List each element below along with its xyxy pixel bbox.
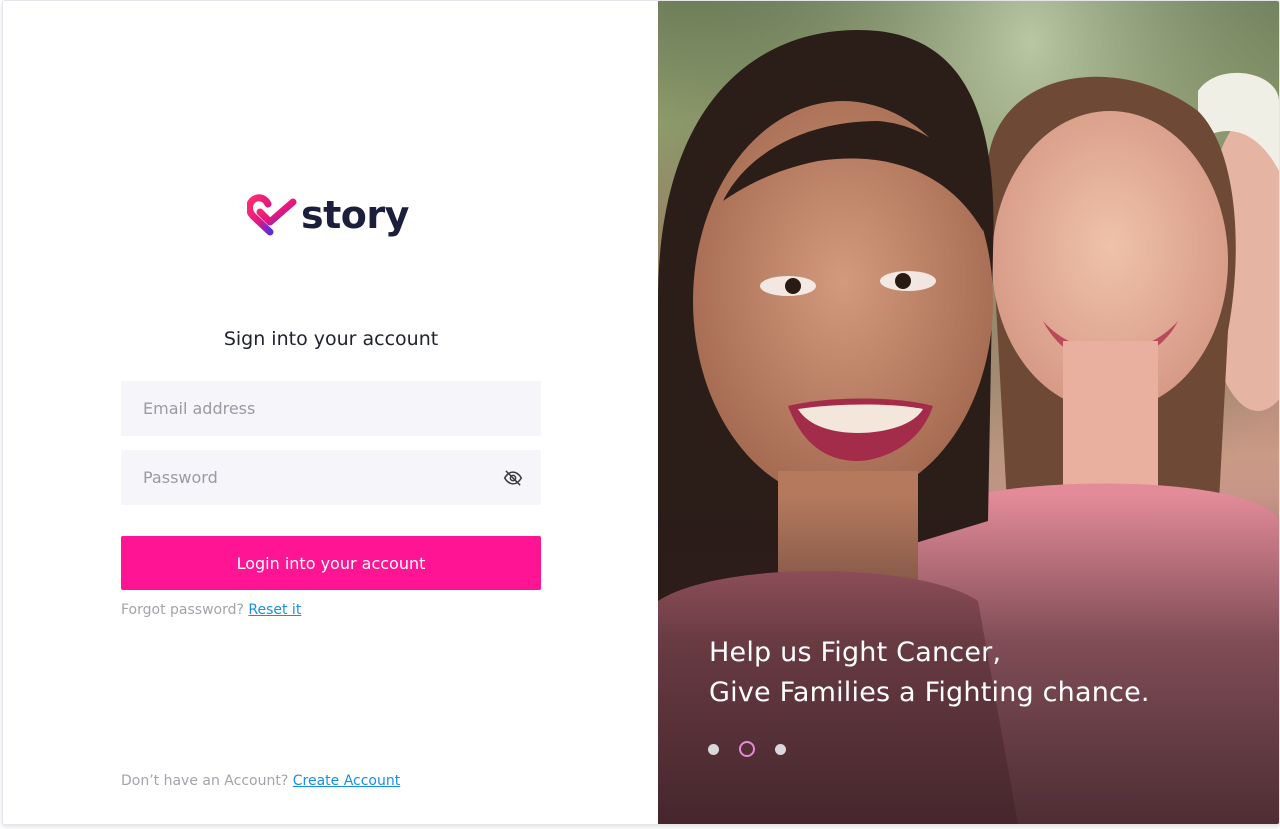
password-field[interactable] — [121, 450, 541, 505]
login-panel: story Sign into your account Login into … — [3, 1, 658, 824]
carousel-dot-3[interactable] — [775, 743, 786, 755]
brand-logo: story — [247, 190, 409, 240]
eye-off-icon[interactable] — [503, 468, 523, 488]
reset-password-link[interactable]: Reset it — [248, 602, 301, 618]
create-account-link[interactable]: Create Account — [293, 773, 401, 789]
password-field-wrapper — [121, 450, 541, 505]
carousel-dots — [708, 741, 786, 757]
forgot-password-text: Forgot password? — [121, 602, 244, 618]
carousel-dot-1[interactable] — [708, 743, 719, 755]
hero-caption-line-2: Give Families a Fighting chance. — [709, 677, 1150, 708]
signup-row: Don’t have an Account? Create Account — [121, 773, 400, 789]
brand-name: story — [301, 193, 409, 237]
carousel-dot-2[interactable] — [739, 741, 755, 757]
signup-text: Don’t have an Account? — [121, 773, 289, 789]
email-field-wrapper — [121, 381, 541, 436]
email-field[interactable] — [121, 381, 541, 436]
app-window: story Sign into your account Login into … — [2, 0, 1280, 825]
page-title: Sign into your account — [223, 328, 439, 350]
hero-caption: Help us Fight Cancer, Give Families a Fi… — [709, 633, 1150, 713]
heart-check-logo-icon — [247, 194, 297, 236]
hero-panel: Help us Fight Cancer, Give Families a Fi… — [658, 1, 1279, 824]
forgot-password-row: Forgot password? Reset it — [121, 602, 301, 618]
login-button[interactable]: Login into your account — [121, 536, 541, 590]
hero-caption-line-1: Help us Fight Cancer, — [709, 637, 1002, 668]
